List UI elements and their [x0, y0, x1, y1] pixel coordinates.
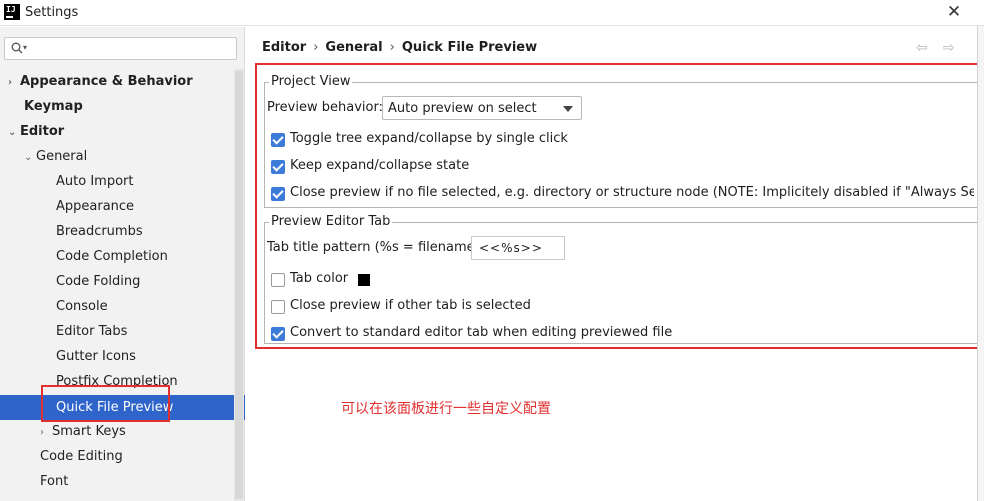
breadcrumb-separator: ›	[389, 40, 395, 55]
convert-tab-checkbox[interactable]	[271, 327, 285, 341]
sidebar-item-editor[interactable]: ⌄ Editor	[8, 119, 64, 144]
close-preview-no-file-label: Close preview if no file selected, e.g. …	[290, 185, 974, 200]
preview-behavior-value: Auto preview on select	[388, 101, 537, 116]
tab-color-checkbox[interactable]	[271, 273, 285, 287]
sidebar-item-auto-import[interactable]: Auto Import	[56, 169, 133, 194]
toggle-tree-checkbox[interactable]	[271, 133, 285, 147]
chevron-down-icon	[563, 106, 573, 112]
sidebar-item-code-completion[interactable]: Code Completion	[56, 244, 168, 269]
sidebar-item-editor-tabs[interactable]: Editor Tabs	[56, 319, 127, 344]
breadcrumb: Editor › General › Quick File Preview	[262, 40, 537, 55]
chevron-down-icon[interactable]: ⌄	[24, 145, 36, 170]
sidebar-item-console[interactable]: Console	[56, 294, 108, 319]
sidebar-item-keymap[interactable]: Keymap	[24, 94, 83, 119]
breadcrumb-general[interactable]: General	[325, 40, 382, 55]
title-bar: IJ Settings ✕	[0, 0, 984, 26]
sidebar-item-code-editing[interactable]: Code Editing	[40, 444, 123, 469]
annotation-text: 可以在该面板进行一些自定义配置	[341, 401, 551, 417]
chevron-right-icon[interactable]: ›	[40, 420, 52, 445]
sidebar-item-breadcrumbs[interactable]: Breadcrumbs	[56, 219, 143, 244]
close-other-tab-checkbox[interactable]	[271, 300, 285, 314]
project-view-title: Project View	[269, 74, 353, 89]
sidebar-scrollbar-thumb[interactable]	[235, 71, 243, 499]
sidebar-item-appearance[interactable]: Appearance	[56, 194, 134, 219]
convert-tab-label: Convert to standard editor tab when edit…	[290, 325, 673, 340]
chevron-down-icon[interactable]: ⌄	[8, 120, 20, 145]
preview-behavior-label: Preview behavior:	[267, 100, 383, 115]
preview-editor-tab-title: Preview Editor Tab	[269, 214, 393, 229]
sidebar-item-gutter-icons[interactable]: Gutter Icons	[56, 344, 136, 369]
close-icon[interactable]: ✕	[945, 3, 963, 21]
tab-title-pattern-input[interactable]: <<%s>>	[471, 236, 565, 260]
sidebar-item-code-folding[interactable]: Code Folding	[56, 269, 140, 294]
sidebar-item-smart-keys[interactable]: › Smart Keys	[40, 419, 126, 444]
chevron-right-icon[interactable]: ›	[8, 70, 20, 95]
window-title: Settings	[25, 5, 79, 20]
toggle-tree-label: Toggle tree expand/collapse by single cl…	[290, 131, 568, 146]
forward-arrow-icon[interactable]: ⇨	[943, 40, 955, 56]
preview-behavior-select[interactable]: Auto preview on select	[382, 96, 582, 120]
intellij-logo-icon: IJ	[4, 4, 20, 20]
tab-title-pattern-value: <<%s>>	[479, 241, 543, 255]
search-icon	[11, 42, 23, 54]
tab-color-label: Tab color	[290, 271, 349, 286]
search-input[interactable]: ▾	[4, 37, 237, 60]
settings-sidebar: ▾ › Appearance & Behavior Keymap ⌄ Editor …	[0, 27, 245, 501]
keep-state-checkbox[interactable]	[271, 160, 285, 174]
chevron-down-icon[interactable]: ▾	[23, 43, 27, 52]
sidebar-item-font[interactable]: Font	[40, 469, 68, 494]
sidebar-item-general[interactable]: ⌄ General	[24, 144, 87, 169]
breadcrumb-quick-file-preview: Quick File Preview	[401, 40, 538, 55]
tab-title-pattern-label: Tab title pattern (%s = filename):	[267, 240, 485, 255]
main-scrollbar[interactable]	[977, 26, 984, 501]
close-preview-no-file-checkbox[interactable]	[271, 187, 285, 201]
close-other-tab-label: Close preview if other tab is selected	[290, 298, 531, 313]
sidebar-item-appearance-behavior[interactable]: › Appearance & Behavior	[8, 69, 193, 94]
breadcrumb-editor[interactable]: Editor	[262, 40, 306, 55]
tab-color-swatch[interactable]	[358, 274, 370, 286]
keep-state-label: Keep expand/collapse state	[290, 158, 470, 173]
back-arrow-icon[interactable]: ⇦	[916, 40, 928, 56]
breadcrumb-separator: ›	[313, 40, 319, 55]
highlight-box-sidebar	[41, 385, 170, 422]
